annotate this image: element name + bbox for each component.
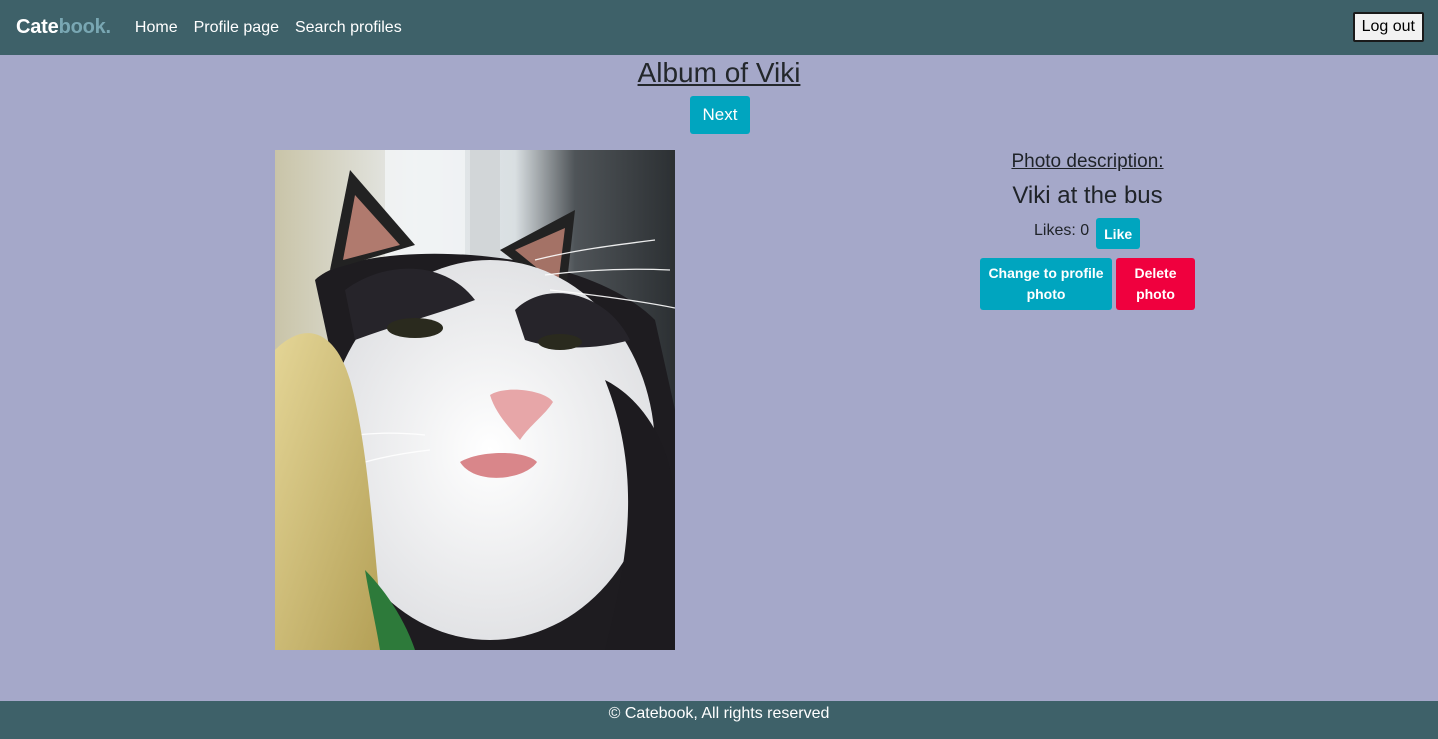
footer: © Catebook, All rights reserved — [0, 701, 1438, 739]
album-photo — [275, 150, 675, 650]
nav-link-home[interactable]: Home — [135, 19, 178, 37]
photo-description-text: Viki at the bus — [1012, 182, 1163, 209]
album-title: Album of Viki — [637, 57, 801, 88]
next-button[interactable]: Next — [690, 96, 750, 134]
top-navbar: Catebook. Home Profile page Search profi… — [0, 0, 1438, 55]
nav-link-profile-page[interactable]: Profile page — [194, 19, 279, 37]
logout-button[interactable]: Log out — [1352, 12, 1424, 42]
change-to-profile-photo-button[interactable]: Change to profile photo — [980, 258, 1112, 310]
likes-count: Likes: 0 — [1034, 221, 1090, 239]
brand-name-part2: book. — [58, 16, 112, 38]
like-button[interactable]: Like — [1096, 218, 1141, 249]
footer-copyright: © Catebook, All rights reserved — [608, 705, 830, 722]
brand-name-part1: Cate — [16, 16, 59, 38]
delete-photo-button[interactable]: Delete photo — [1116, 258, 1195, 310]
likes-row: Likes: 0 Like — [1034, 218, 1141, 249]
nav-link-search-profiles[interactable]: Search profiles — [295, 19, 402, 37]
cat-photo-illustration — [275, 150, 675, 650]
brand-logo[interactable]: Catebook. — [16, 16, 111, 39]
photo-description-heading: Photo description: — [1011, 151, 1164, 172]
